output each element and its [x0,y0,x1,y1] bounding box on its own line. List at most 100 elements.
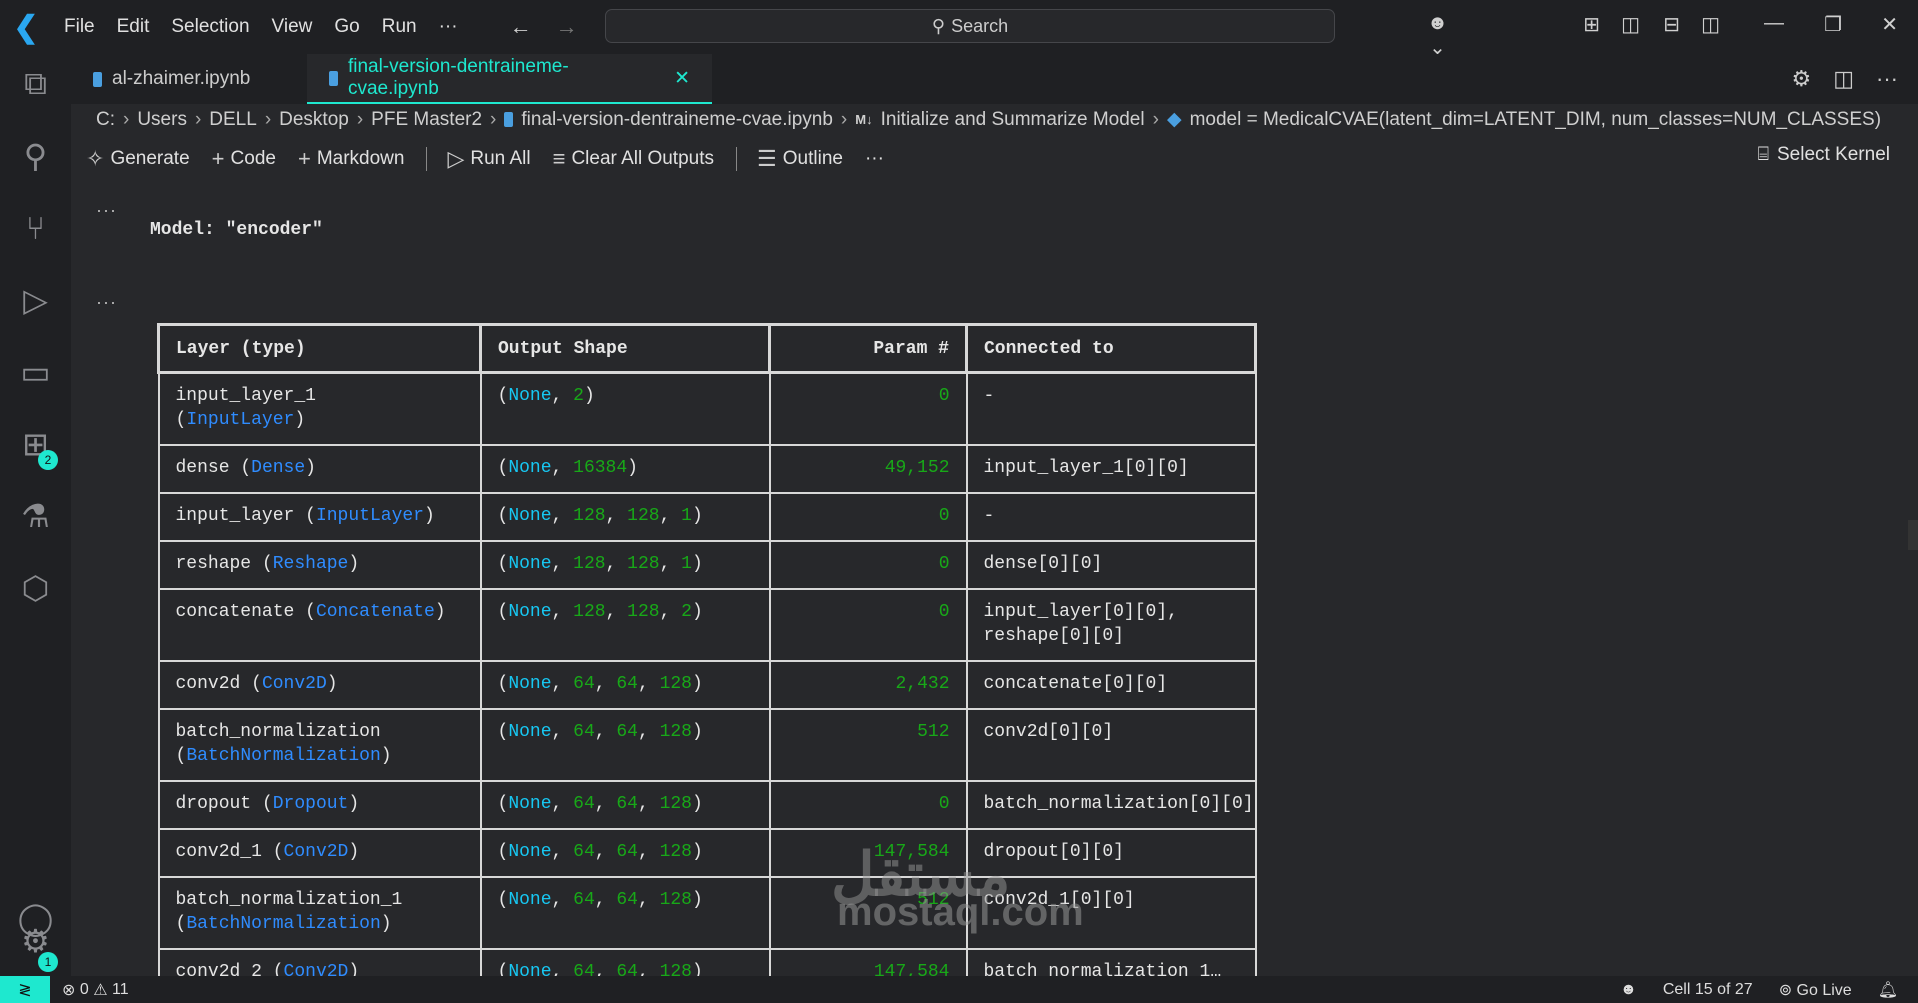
remote-button[interactable]: ≷ [0,976,50,1003]
remote-explorer-icon[interactable]: ▭ [0,342,71,402]
output-more-button[interactable]: ··· [96,292,117,313]
shape-dim: None [508,601,552,622]
menu-more[interactable]: ··· [439,16,458,38]
plus-icon: + [211,146,225,171]
restore-icon[interactable]: ❐ [1824,12,1842,37]
shape-dim: 64 [616,961,638,977]
shape-dim: 128 [659,961,692,977]
layer-type: BatchNormalization [186,745,381,766]
notifications-bell-icon[interactable]: 🔔︎ [1878,980,1898,1000]
outline-button[interactable]: ☰ Outline [757,146,843,172]
output-shape-cell: (None, 64, 64, 128) [479,875,771,950]
shape-dim: None [508,386,552,406]
shape-dim: 128 [659,793,692,814]
shape-dim: 64 [573,673,595,694]
errors-icon[interactable]: ⊗ [62,980,75,1000]
explorer-icon[interactable]: ⧉ [0,54,71,114]
breadcrumb-cell[interactable]: model = MedicalCVAE(latent_dim=LATENT_DI… [1190,109,1881,131]
shape-dim: None [508,505,552,526]
scrollbar[interactable] [1908,520,1918,550]
clear-outputs-button[interactable]: ≡ Clear All Outputs [553,146,714,172]
errors-count[interactable]: 0 [80,981,89,999]
more-actions-icon[interactable]: ··· [1876,66,1898,92]
close-window-icon[interactable]: ✕ [1881,12,1898,37]
output-shape-cell: (None, 64, 64, 128) [479,827,771,878]
shape-dim: None [508,553,552,574]
extensions-icon[interactable]: ⊞ 2 [0,414,71,474]
forward-arrow-icon[interactable]: → [556,14,578,40]
warnings-count[interactable]: 11 [112,981,129,999]
layer-cell: dense (Dense) [157,443,482,494]
warning-icon[interactable]: ⚠ [93,980,107,1000]
tab-al-zhaimer[interactable]: al-zhaimer.ipynb [71,54,272,104]
params-cell: 0 [768,587,968,662]
notebook-editor: ··· Model: "encoder" ··· Layer (type) Ou… [71,180,1918,976]
toolbar-more-button[interactable]: ··· [865,148,884,170]
divider [736,147,738,171]
close-tab-icon[interactable]: ✕ [674,67,690,90]
output-more-button[interactable]: ··· [96,200,117,221]
menu-run[interactable]: Run [382,16,417,38]
generate-button[interactable]: ✧ Generate [86,146,190,172]
toggle-sidebar-icon[interactable]: ◫ [1621,12,1640,37]
breadcrumb-section[interactable]: Initialize and Summarize Model [881,109,1145,131]
layer-type: Conv2D [261,673,327,694]
layer-type: Conv2D [283,961,349,977]
breadcrumb-dell[interactable]: DELL [209,109,257,131]
status-bar: ≷ ⊗ 0 ⚠ 11 ☻ Cell 15 of 27 ⊚ Go Live 🔔︎ [0,976,1918,1003]
shape-dim: None [508,457,552,478]
customize-layout-icon[interactable]: ⊞ [1583,12,1600,37]
search-input[interactable]: ⚲ Search [605,9,1335,43]
go-live-button[interactable]: ⊚ Go Live [1779,980,1852,1000]
layer-type: Dense [251,457,306,478]
copilot-icon[interactable]: ☻⌄ [1427,12,1448,60]
toggle-panel-icon[interactable]: ⊟ [1663,12,1680,37]
connected-to: - [983,505,995,526]
markdown-icon: M↓ [855,112,873,127]
breadcrumb-file[interactable]: final-version-dentraineme-cvae.ipynb [521,109,833,131]
params-cell: 0 [768,779,968,830]
header-output-shape: Output Shape [479,323,771,374]
header-connected: Connected to [965,323,1257,374]
toggle-secondary-sidebar-icon[interactable]: ◫ [1701,12,1720,37]
manage-gear-icon[interactable]: ⚙ 1 [0,916,71,972]
menu-file[interactable]: File [64,16,95,38]
run-all-button[interactable]: ▷ Run All [447,146,530,172]
layer-cell: batch_normalization_1 (BatchNormalization… [157,875,482,950]
layer-name: conv2d_1 [175,841,262,862]
minimize-icon[interactable]: — [1764,12,1784,35]
cell-indicator[interactable]: Cell 15 of 27 [1663,981,1753,999]
go-live-label: Go Live [1796,981,1852,999]
output-shape-cell: (None, 128, 128, 2) [479,587,771,662]
source-control-icon[interactable]: ⑂ [0,198,71,258]
menu-edit[interactable]: Edit [117,16,150,38]
breadcrumb-folder[interactable]: PFE Master2 [371,109,482,131]
add-code-button[interactable]: + Code [212,146,276,172]
containers-icon[interactable]: ⬡ [0,558,71,618]
breadcrumb-users[interactable]: Users [137,109,187,131]
notebook-settings-gear-icon[interactable]: ⚙ [1791,66,1811,92]
shape-dim: 64 [573,961,595,977]
layer-name: input_layer_1 [175,386,316,406]
testing-icon[interactable]: ⚗ [0,486,71,546]
connected-to: input_layer[0][0], [983,601,1178,622]
output-shape-cell: (None, 128, 128, 1) [479,539,771,590]
split-editor-icon[interactable]: ◫ [1833,66,1854,92]
menu-view[interactable]: View [272,16,313,38]
select-kernel-button[interactable]: ⌸ Select Kernel [1758,144,1890,166]
back-arrow-icon[interactable]: ← [510,14,532,40]
menu-selection[interactable]: Selection [171,16,249,38]
connected-to: - [983,386,995,406]
param-count: 512 [917,721,950,742]
run-debug-icon[interactable]: ▷ [0,270,71,330]
add-markdown-button[interactable]: + Markdown [298,146,405,172]
breadcrumb-desktop[interactable]: Desktop [279,109,349,131]
shape-dim: 1 [681,553,692,574]
plus-icon: + [297,146,311,171]
tab-final-version[interactable]: final-version-dentraineme-cvae.ipynb ✕ [307,54,712,104]
menu-go[interactable]: Go [334,16,359,38]
kernel-label: Select Kernel [1776,144,1890,165]
search-view-icon[interactable]: ⚲ [0,126,71,186]
copilot-status-icon[interactable]: ☻ [1620,981,1637,999]
breadcrumb-drive[interactable]: C: [96,109,115,131]
